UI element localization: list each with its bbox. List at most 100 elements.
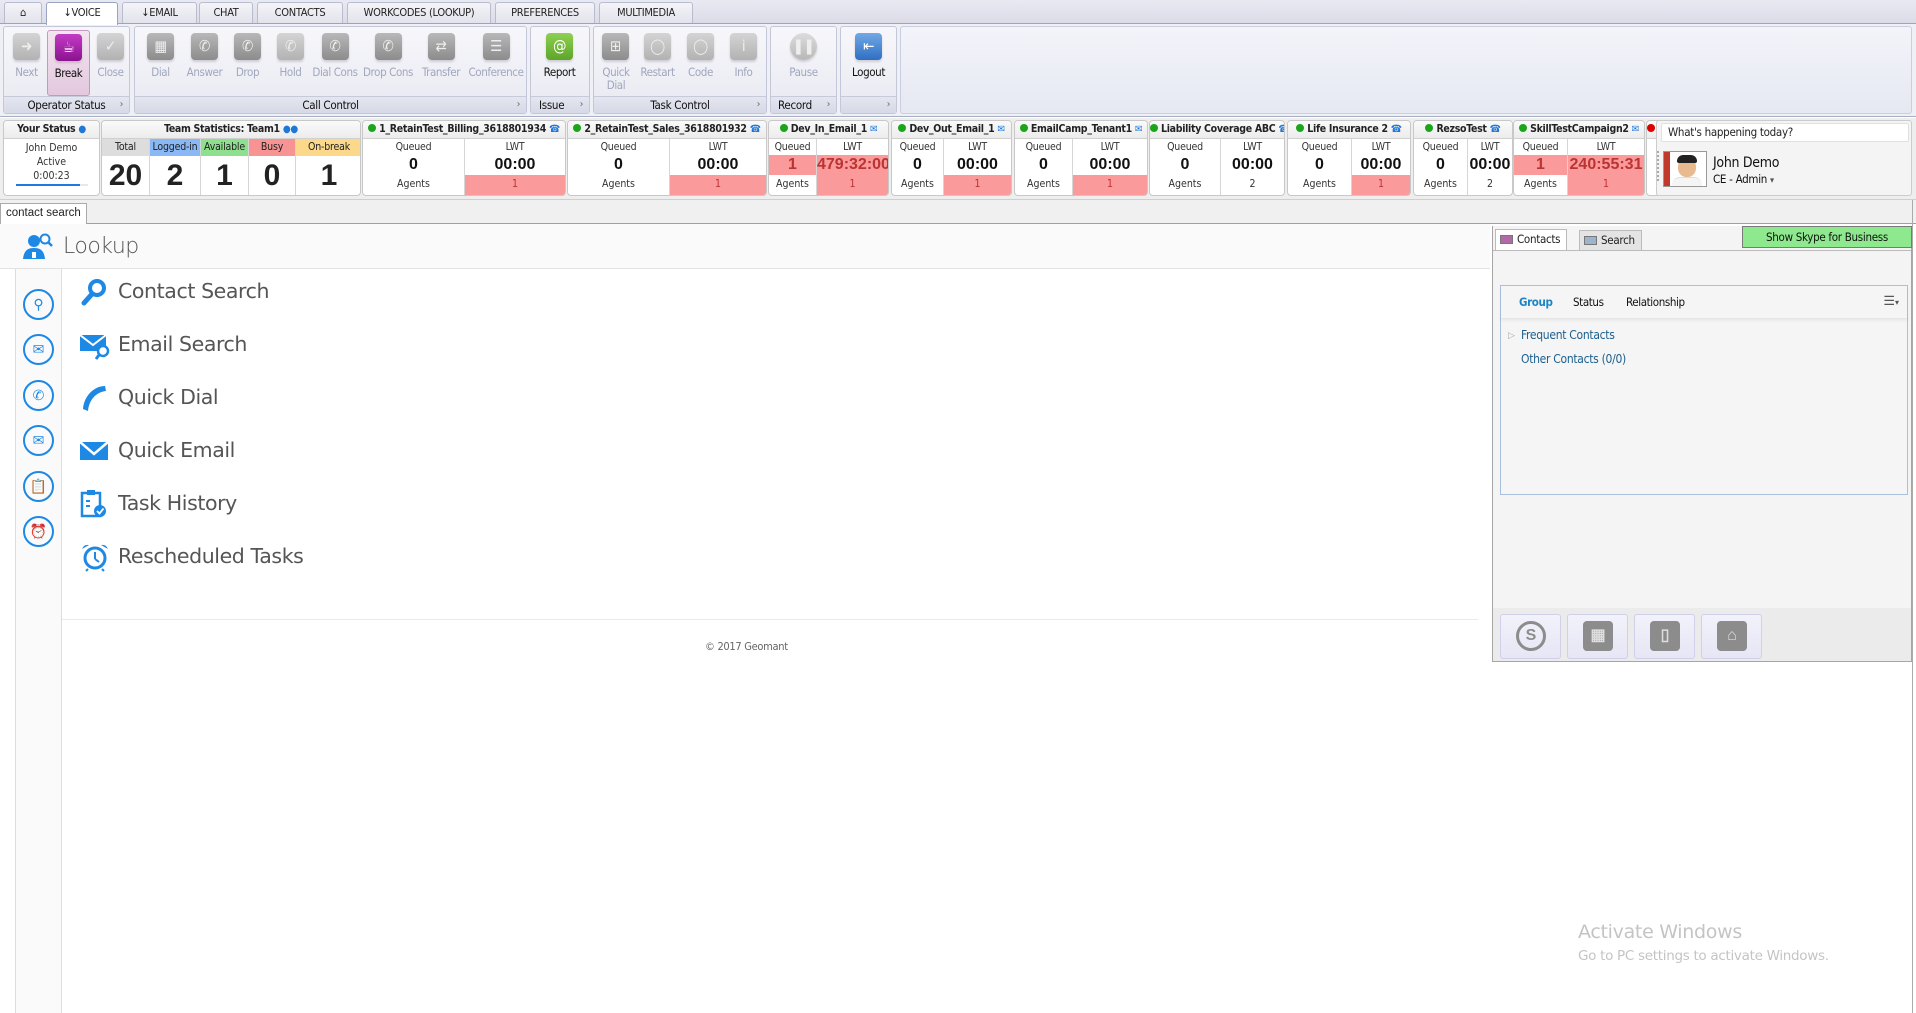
answer-button[interactable]: ✆ Answer xyxy=(183,30,226,96)
phone-channel-icon: ☎ xyxy=(1489,124,1501,135)
watermark-subtitle: Go to PC settings to activate Windows. xyxy=(1578,948,1829,964)
ribbon-group-label: Call Control › xyxy=(135,96,526,113)
longest-wait-time: 00:00 xyxy=(494,156,536,173)
agent-count: 1 xyxy=(465,175,565,195)
phone-channel-icon: ☎ xyxy=(1390,124,1402,135)
queued-column: Queued 0 Agents xyxy=(1150,139,1221,195)
tab-email[interactable]: ↓EMAIL xyxy=(122,2,197,23)
lookup-icon-sidebar: ⚲ ✉ ✆ ✉ 📋 ⏰ xyxy=(15,269,62,1013)
agent-count: 1 xyxy=(817,175,888,195)
view-options-icon[interactable]: ☰▾ xyxy=(1883,293,1899,309)
task-history-shortcut[interactable]: 📋 xyxy=(23,471,54,502)
ribbon-toolbar: ➜ Next ☕ Break ✓ Close Operator Status › ▦ Di… xyxy=(0,24,1916,117)
clipboard-check-icon: 📋 xyxy=(29,478,48,494)
group-other-contacts[interactable]: Other Contacts (0/0) xyxy=(1521,352,1626,366)
show-skype-button[interactable]: Show Skype for Business xyxy=(1742,226,1912,248)
code-button[interactable]: ◯ Code xyxy=(679,30,722,96)
queue-panel: Dev_In_Email_1 ✉ Queued 1 Agents LWT 479:32:00… xyxy=(768,120,889,196)
avatar xyxy=(1663,151,1707,187)
longest-wait-time: 00:00 xyxy=(1360,156,1402,173)
ribbon-group-label: Operator Status › xyxy=(4,96,129,113)
filter-relationship[interactable]: Relationship xyxy=(1626,295,1685,309)
queued-column: Queued 0 Agents xyxy=(1015,139,1073,195)
lwt-column: LWT 00:00 2 xyxy=(1468,139,1512,195)
report-button[interactable]: @ Report xyxy=(538,30,581,96)
panel-header: Team Statistics: Team1 ●● xyxy=(102,121,360,139)
next-button[interactable]: ➜ Next xyxy=(5,30,48,96)
dial-cons-button[interactable]: ✆ Dial Cons xyxy=(310,30,360,96)
drag-handle[interactable] xyxy=(1657,151,1659,181)
dial-button[interactable]: ▦ Dial xyxy=(139,30,182,96)
agent-count: 1 xyxy=(1568,175,1644,195)
queue-header: Liability Coverage ABC☎ xyxy=(1150,121,1284,139)
queue-panel: RezsoTest ☎ Queued 0 Agents LWT 00:00 2 xyxy=(1413,120,1513,196)
conference-button[interactable]: ☰ Conference xyxy=(467,30,525,96)
status-dot xyxy=(1647,124,1655,132)
queue-panel: Liability Coverage ABC☎Queued0AgentsLWT0… xyxy=(1149,120,1285,196)
status-message-input[interactable]: What's happening today? xyxy=(1661,123,1909,142)
queued-column: Queued 0 Agents xyxy=(892,139,944,195)
email-icon xyxy=(80,441,109,460)
tab-chat[interactable]: CHAT xyxy=(199,2,253,23)
expand-group-icon[interactable]: › xyxy=(517,97,521,113)
lwt-column: LWT 479:32:00 1 xyxy=(817,139,888,195)
tab-multimedia[interactable]: MULTIMEDIA xyxy=(599,2,693,23)
expand-group-icon[interactable]: › xyxy=(757,97,761,113)
home-phone-button[interactable]: ⌂ xyxy=(1701,614,1762,659)
queue-panel: Life Insurance 2 ☎ Queued 0 Agents LWT 00:00 1 xyxy=(1287,120,1411,196)
hold-button[interactable]: ✆ Hold xyxy=(269,30,312,96)
tab-contacts[interactable]: CONTACTS xyxy=(257,2,343,23)
queue-name: Life Insurance 2 xyxy=(1307,123,1388,135)
drop-button[interactable]: ✆ Drop xyxy=(226,30,269,96)
restart-icon: ◯ xyxy=(644,33,671,60)
pause-button[interactable]: ❚❚ Pause xyxy=(782,30,825,96)
tab-contact-search[interactable]: contact search xyxy=(0,203,87,224)
transfer-button[interactable]: ⇄ Transfer xyxy=(416,30,466,96)
break-button[interactable]: ☕ Break xyxy=(47,30,90,96)
expand-group-icon[interactable]: › xyxy=(887,97,891,113)
logout-button[interactable]: ⇤ Logout xyxy=(847,30,890,96)
tab-voice[interactable]: ↓VOICE xyxy=(46,2,118,25)
quick-dial-shortcut[interactable]: ✆ xyxy=(23,380,54,411)
email-search-shortcut[interactable]: ✉ xyxy=(23,334,54,365)
stat-total: Total 20 xyxy=(102,139,150,195)
skype-button[interactable]: S xyxy=(1500,614,1561,659)
contacts-list: Group Status Relationship ☰▾ ▷ Frequent … xyxy=(1500,285,1908,495)
restart-button[interactable]: ◯ Restart xyxy=(636,30,679,96)
phone-channel-icon: ☎ xyxy=(1278,124,1284,135)
contact-search-shortcut[interactable]: ⚲ xyxy=(23,289,54,320)
phone-icon xyxy=(83,386,106,411)
group-frequent-contacts[interactable]: Frequent Contacts xyxy=(1521,328,1615,342)
alarm-clock-icon xyxy=(82,544,108,572)
info-button[interactable]: i Info xyxy=(722,30,765,96)
dial-consultation-icon: ✆ xyxy=(321,33,349,60)
quick-dial-button[interactable]: ⊞ Quick Dial xyxy=(594,30,637,96)
tab-workcodes[interactable]: WORKCODES (LOOKUP) xyxy=(347,2,491,23)
expand-arrow-icon[interactable]: ▷ xyxy=(1508,330,1515,341)
quick-email-shortcut[interactable]: ✉ xyxy=(23,425,54,456)
queue-name: Dev_In_Email_1 xyxy=(790,123,868,135)
expand-group-icon[interactable]: › xyxy=(120,97,124,113)
queued-column: Queued 0 Agents xyxy=(1414,139,1468,195)
tab-search[interactable]: Search xyxy=(1579,230,1642,250)
expand-group-icon[interactable]: › xyxy=(580,97,584,113)
agent-timer: 0:00:23 xyxy=(33,170,70,182)
user-icon: ● xyxy=(78,124,86,135)
tab-home[interactable]: ⌂ xyxy=(4,2,42,23)
agent-count: 1 xyxy=(944,175,1011,195)
home-icon: ⌂ xyxy=(1717,621,1747,651)
watermark-title: Activate Windows xyxy=(1578,921,1742,943)
profile-role-dropdown[interactable]: CE - Admin ▾ xyxy=(1713,172,1774,186)
rescheduled-tasks-shortcut[interactable]: ⏰ xyxy=(23,516,54,547)
drop-cons-button[interactable]: ✆ Drop Cons xyxy=(361,30,415,96)
mobile-phone-button[interactable]: ▯ xyxy=(1634,614,1695,659)
longest-wait-time: 479:32:00 xyxy=(817,155,889,175)
tab-preferences[interactable]: PREFERENCES xyxy=(495,2,595,23)
close-button[interactable]: ✓ Close xyxy=(89,30,132,96)
expand-group-icon[interactable]: › xyxy=(827,97,831,113)
filter-group[interactable]: Group xyxy=(1519,295,1553,309)
desk-phone-button[interactable]: ▦ xyxy=(1567,614,1628,659)
filter-status[interactable]: Status xyxy=(1573,295,1604,309)
tab-contacts[interactable]: Contacts xyxy=(1495,229,1568,250)
main-tab-bar: ⌂ ↓VOICE ↓EMAIL CHAT CONTACTS WORKCODES … xyxy=(0,0,1916,25)
